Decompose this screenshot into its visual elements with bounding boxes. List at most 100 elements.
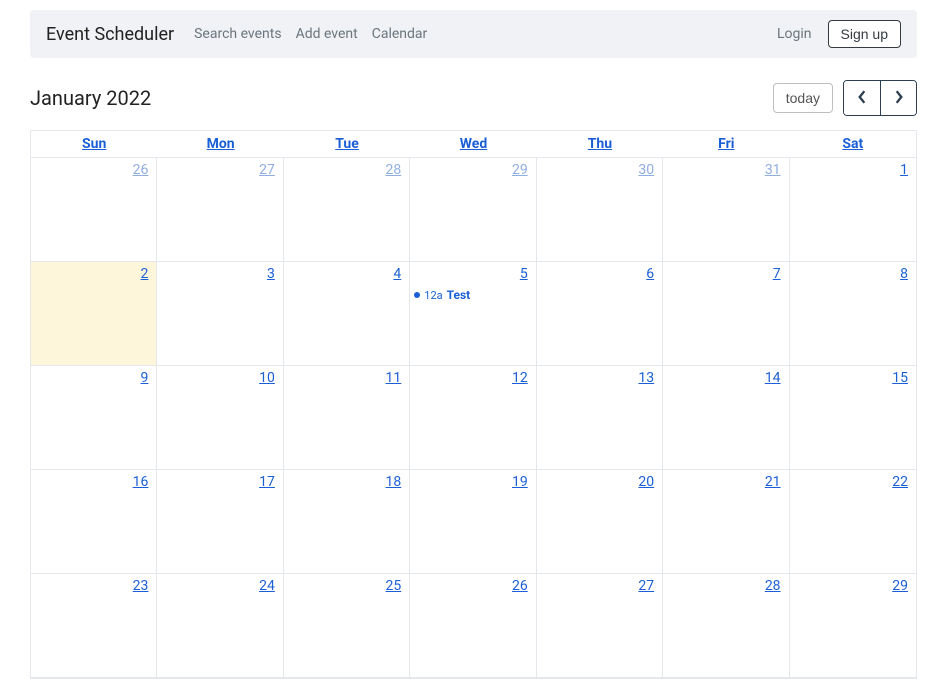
day-number-link[interactable]: 26 [133,162,149,178]
day-number-link[interactable]: 14 [765,370,781,386]
signup-button[interactable]: Sign up [828,20,901,48]
day-cell[interactable]: 28 [284,158,410,262]
day-cell[interactable]: 27 [537,574,663,678]
day-number-link[interactable]: 24 [259,578,275,594]
chevron-left-icon [857,90,867,107]
day-number-link[interactable]: 27 [638,578,654,594]
day-cell[interactable]: 20 [537,470,663,574]
day-number-link[interactable]: 29 [892,578,908,594]
day-number-link[interactable]: 21 [765,474,781,490]
day-number-link[interactable]: 11 [386,370,402,386]
day-number-link[interactable]: 16 [133,474,149,490]
day-cell[interactable]: 29 [790,574,916,678]
day-number-link[interactable]: 31 [765,162,781,178]
day-number-link[interactable]: 23 [133,578,149,594]
day-number-link[interactable]: 20 [638,474,654,490]
event-title: Test [447,288,471,302]
day-number-link[interactable]: 6 [646,266,654,282]
week-row: 16 17 18 19 20 21 22 [31,470,916,574]
dow-header-cell: Tue [284,131,410,157]
day-cell[interactable]: 4 [284,262,410,366]
day-number-link[interactable]: 1 [900,162,908,178]
app-brand[interactable]: Event Scheduler [46,24,174,45]
day-number-link[interactable]: 9 [141,370,149,386]
nav-link-search-events[interactable]: Search events [194,26,281,42]
day-number-link[interactable]: 22 [892,474,908,490]
day-cell[interactable]: 21 [663,470,789,574]
chevron-right-icon [894,90,904,107]
week-row: 26 27 28 29 30 31 1 [31,158,916,262]
day-number-link[interactable]: 15 [892,370,908,386]
day-cell[interactable]: 29 [410,158,536,262]
day-number-link[interactable]: 8 [900,266,908,282]
calendar-event[interactable]: 12aTest [414,288,531,302]
day-cell[interactable]: 11 [284,366,410,470]
day-number-link[interactable]: 19 [512,474,528,490]
day-number-link[interactable]: 5 [520,266,528,282]
day-cell[interactable]: 28 [663,574,789,678]
day-number-link[interactable]: 30 [638,162,654,178]
day-cell[interactable]: 3 [157,262,283,366]
nav-link-add-event[interactable]: Add event [296,26,358,42]
dow-header-link[interactable]: Tue [335,136,359,152]
dow-header-link[interactable]: Thu [588,136,612,152]
day-cell[interactable]: 18 [284,470,410,574]
dow-header-link[interactable]: Sat [842,136,863,152]
day-cell[interactable]: 12 [410,366,536,470]
day-number-link[interactable]: 13 [638,370,654,386]
nav-link-calendar[interactable]: Calendar [372,26,428,42]
day-cell[interactable]: 26 [31,158,157,262]
dow-header-cell: Mon [157,131,283,157]
day-cell[interactable]: 14 [663,366,789,470]
navbar-left: Event Scheduler Search events Add event … [46,24,427,45]
dow-header-link[interactable]: Fri [718,136,734,152]
day-number-link[interactable]: 10 [259,370,275,386]
dow-header-link[interactable]: Sun [82,136,106,152]
dow-header-link[interactable]: Mon [207,136,235,152]
day-cell[interactable]: 26 [410,574,536,678]
day-cell[interactable]: 9 [31,366,157,470]
day-cell[interactable]: 13 [537,366,663,470]
day-cell[interactable]: 7 [663,262,789,366]
day-number-link[interactable]: 29 [512,162,528,178]
next-button[interactable] [880,81,916,115]
day-number-link[interactable]: 3 [267,266,275,282]
day-cell[interactable]: 30 [537,158,663,262]
day-cell[interactable]: 24 [157,574,283,678]
day-cell[interactable]: 16 [31,470,157,574]
day-cell[interactable]: 6 [537,262,663,366]
day-number-link[interactable]: 25 [386,578,402,594]
day-number-link[interactable]: 7 [773,266,781,282]
day-number-link[interactable]: 28 [386,162,402,178]
calendar-grid: SunMonTueWedThuFriSat 262728293031123451… [30,130,917,679]
day-cell[interactable]: 8 [790,262,916,366]
toolbar-right: today [773,80,917,116]
day-cell[interactable]: 19 [410,470,536,574]
day-cell[interactable]: 27 [157,158,283,262]
week-row: 2 3 4 5 12aTest 6 7 8 [31,262,916,366]
day-cell[interactable]: 17 [157,470,283,574]
day-number-link[interactable]: 28 [765,578,781,594]
today-button[interactable]: today [773,83,833,113]
dow-header-link[interactable]: Wed [460,136,487,152]
day-number-link[interactable]: 17 [259,474,275,490]
day-cell[interactable]: 31 [663,158,789,262]
day-of-week-header: Sun Mon Tue Wed Thu Fri Sat [31,131,916,158]
day-cell[interactable]: 23 [31,574,157,678]
login-link[interactable]: Login [777,26,812,42]
day-cell[interactable]: 22 [790,470,916,574]
day-cell[interactable]: 15 [790,366,916,470]
day-cell[interactable]: 10 [157,366,283,470]
day-number-link[interactable]: 12 [512,370,528,386]
prev-button[interactable] [844,81,880,115]
day-number-link[interactable]: 26 [512,578,528,594]
day-number-link[interactable]: 27 [259,162,275,178]
day-cell[interactable]: 25 [284,574,410,678]
day-cell[interactable]: 5 12aTest [410,262,536,366]
day-cell[interactable]: 2 [31,262,157,366]
week-row: 23 24 25 26 27 28 29 [31,574,916,678]
day-number-link[interactable]: 2 [141,266,149,282]
day-cell[interactable]: 1 [790,158,916,262]
day-number-link[interactable]: 18 [386,474,402,490]
day-number-link[interactable]: 4 [393,266,401,282]
